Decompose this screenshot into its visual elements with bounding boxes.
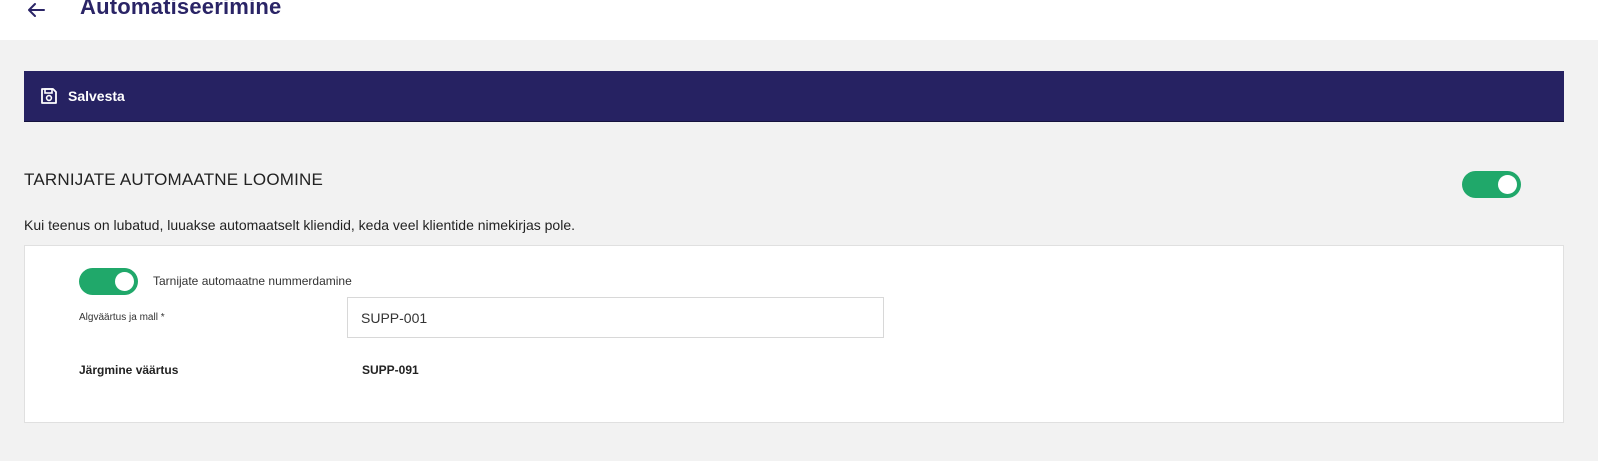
auto-numbering-label: Tarnijate automaatne nummerdamine: [153, 274, 352, 288]
floppy-disk-icon: [41, 88, 57, 104]
section-title: TARNIJATE AUTOMAATNE LOOMINE: [24, 170, 324, 189]
arrow-left-icon: [28, 3, 45, 17]
save-button[interactable]: Salvesta: [40, 71, 125, 121]
auto-create-toggle[interactable]: [1462, 171, 1521, 198]
toggle-knob: [1498, 175, 1517, 194]
save-button-label: Salvesta: [68, 88, 125, 104]
start-value-input[interactable]: [347, 297, 884, 338]
start-value-label: Algväärtus ja mall *: [79, 312, 165, 323]
section-description: Kui teenus on lubatud, luuakse automaats…: [24, 217, 576, 233]
next-value-label: Järgmine väärtus: [79, 363, 179, 377]
toggle-knob: [115, 272, 134, 291]
action-toolbar: Salvesta: [24, 71, 1564, 122]
top-bar: Automatiseerimine: [0, 0, 1598, 40]
page-title: Automatiseerimine: [80, 0, 282, 19]
auto-numbering-toggle[interactable]: [79, 268, 138, 295]
settings-card: Tarnijate automaatne nummerdamine Algvää…: [24, 245, 1564, 423]
back-button[interactable]: [24, 0, 48, 20]
next-value: SUPP-091: [362, 363, 419, 377]
